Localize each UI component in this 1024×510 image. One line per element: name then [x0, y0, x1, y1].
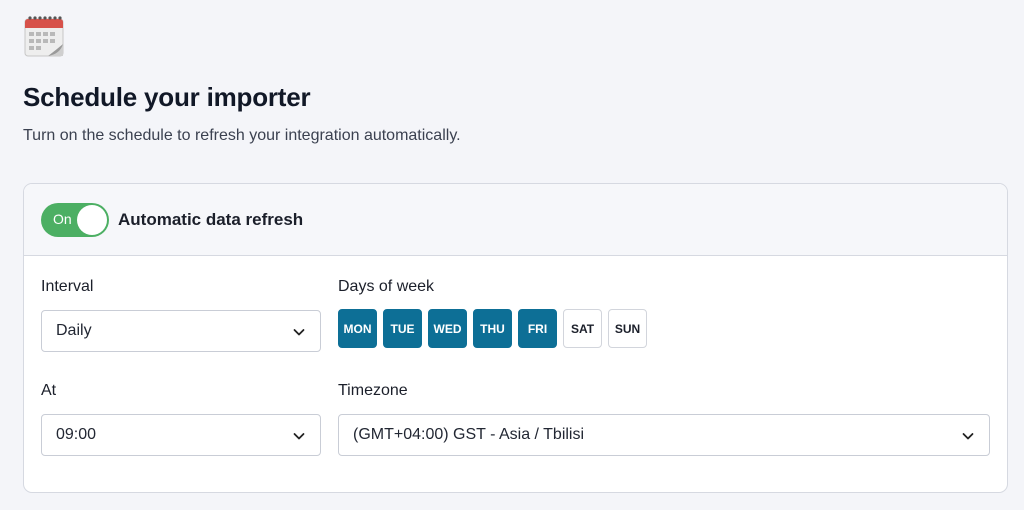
time-select[interactable]: 09:00 — [41, 414, 321, 456]
timezone-label: Timezone — [338, 382, 408, 399]
toggle-knob — [77, 204, 107, 235]
auto-refresh-label: Automatic data refresh — [118, 209, 304, 229]
day-tue-button[interactable]: TUE — [383, 309, 422, 348]
day-fri-button[interactable]: FRI — [518, 309, 557, 348]
days-of-week-label: Days of week — [338, 278, 435, 295]
time-value: 09:00 — [56, 426, 97, 443]
chevron-down-icon — [293, 433, 305, 440]
chevron-down-icon — [293, 329, 305, 336]
timezone-value: (GMT+04:00) GST - Asia / Tbilisi — [353, 426, 585, 443]
timezone-select[interactable]: (GMT+04:00) GST - Asia / Tbilisi — [338, 414, 990, 456]
card-header: On Automatic data refresh — [24, 184, 1007, 256]
day-sun-button[interactable]: SUN — [608, 309, 647, 348]
day-mon-button[interactable]: MON — [338, 309, 377, 348]
day-wed-button[interactable]: WED — [428, 309, 467, 348]
schedule-page: Schedule your importer Turn on the sched… — [0, 0, 1024, 510]
interval-label: Interval — [41, 278, 94, 295]
auto-refresh-toggle[interactable]: On — [41, 202, 109, 237]
at-label: At — [41, 382, 57, 399]
calendar-icon — [24, 16, 64, 57]
days-of-week-group: MON TUE WED THU FRI SAT SUN — [338, 309, 647, 348]
toggle-label: On — [53, 210, 72, 227]
chevron-down-icon — [962, 433, 974, 440]
page-subtitle: Turn on the schedule to refresh your int… — [23, 127, 461, 144]
day-thu-button[interactable]: THU — [473, 309, 512, 348]
interval-value: Daily — [56, 322, 92, 339]
day-sat-button[interactable]: SAT — [563, 309, 602, 348]
schedule-card: On Automatic data refresh Interval Daily… — [23, 183, 1008, 493]
page-title: Schedule your importer — [23, 82, 311, 112]
interval-select[interactable]: Daily — [41, 310, 321, 352]
